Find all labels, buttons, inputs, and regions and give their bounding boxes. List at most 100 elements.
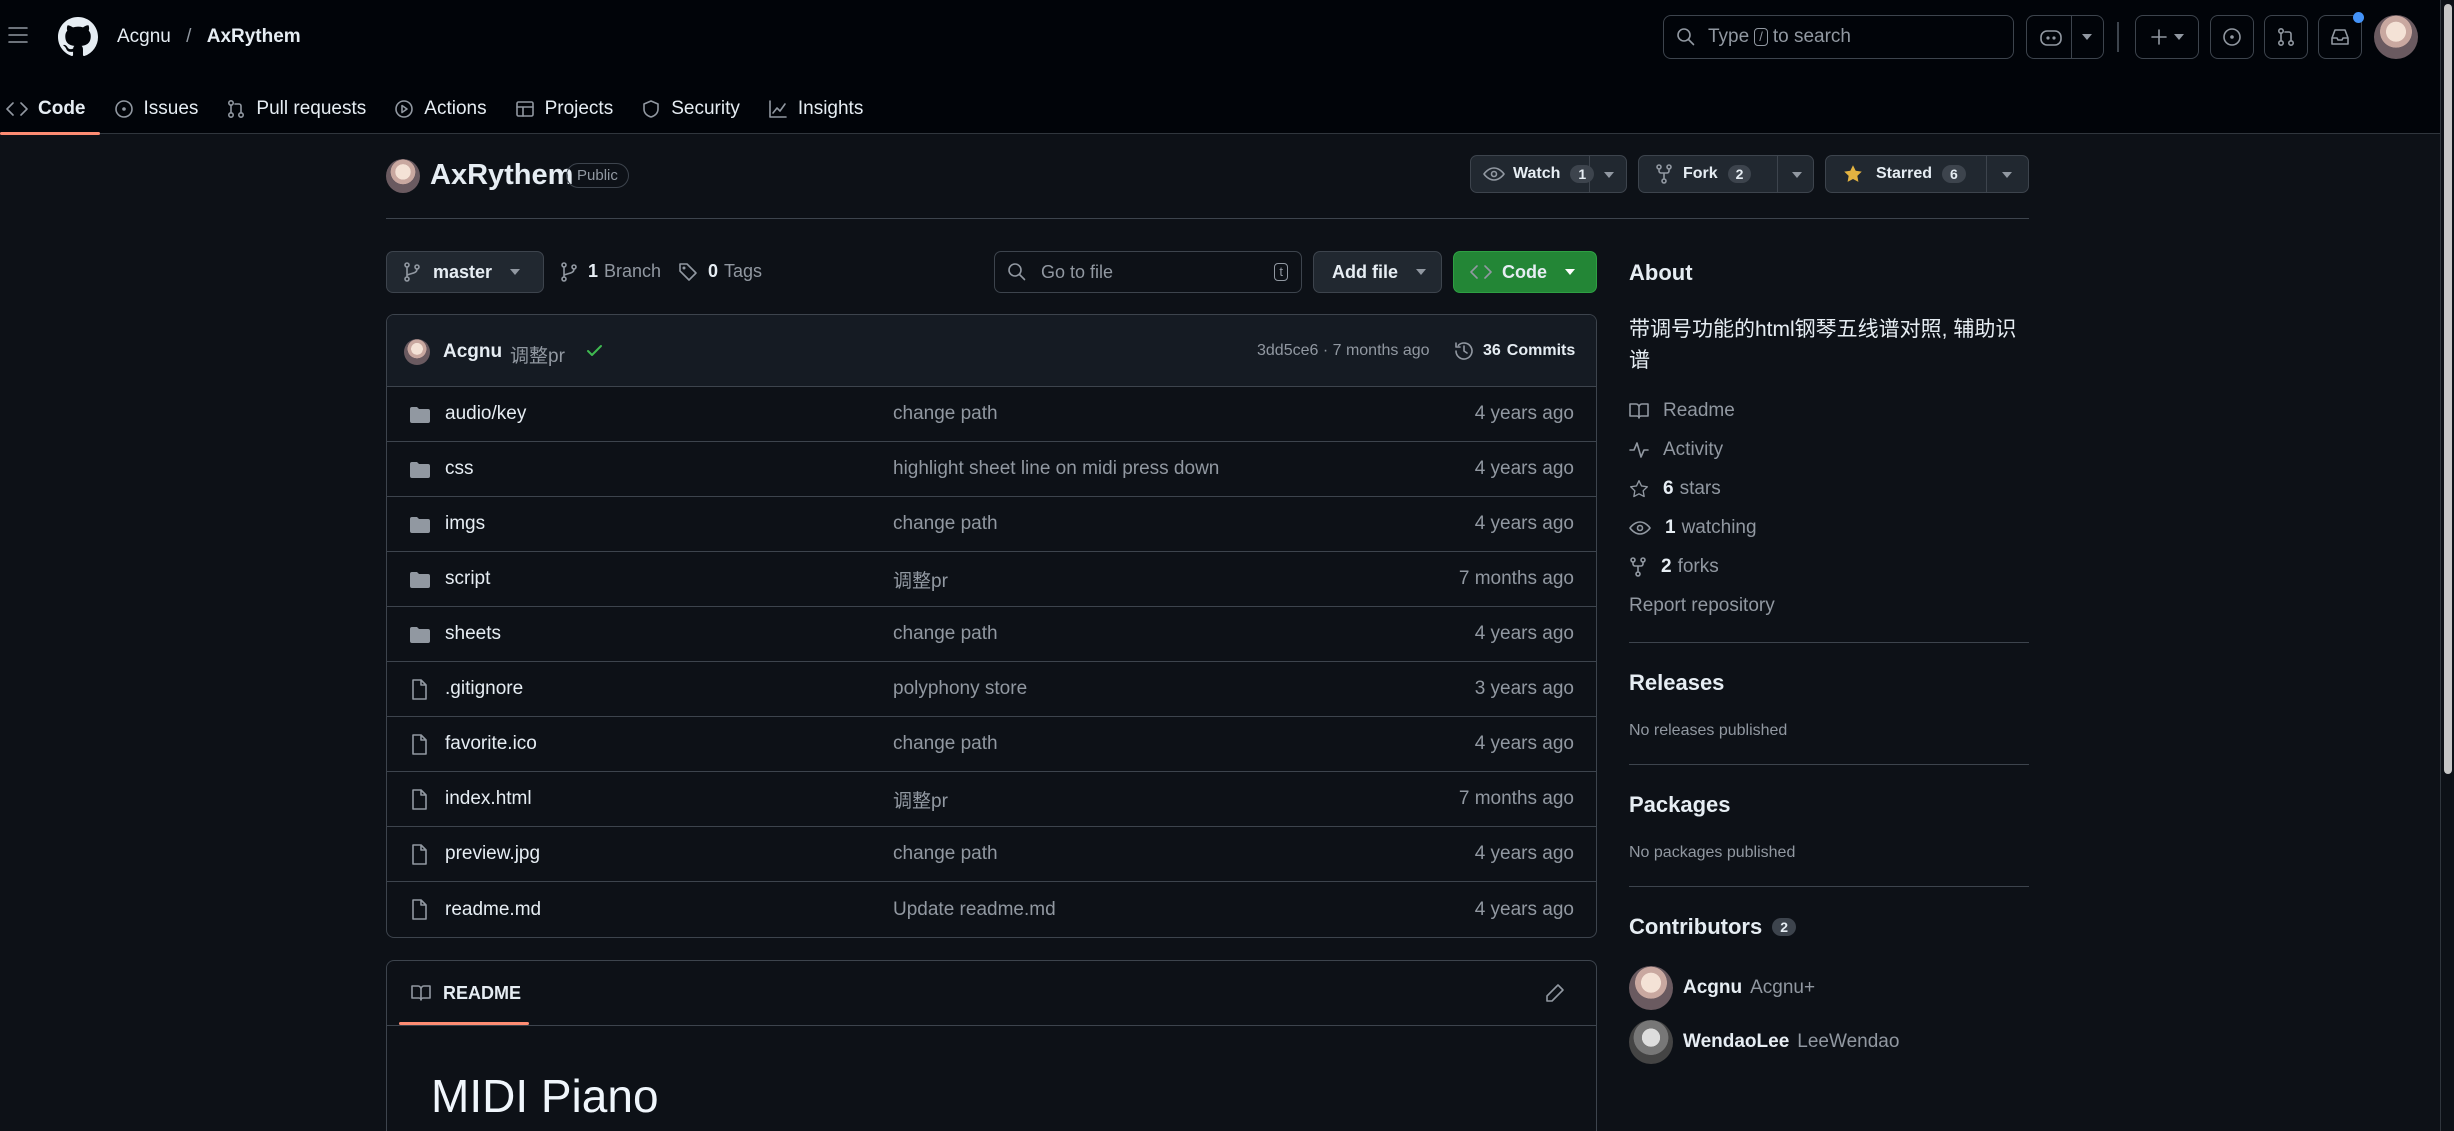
chevron-down-icon[interactable] — [1792, 172, 1802, 178]
file-name[interactable]: preview.jpg — [445, 843, 540, 865]
tags-link[interactable]: 0 Tags — [678, 261, 762, 282]
tab-code[interactable]: Code — [0, 84, 100, 135]
tab-issues-label: Issues — [143, 98, 199, 119]
file-commit-message[interactable]: 调整pr — [893, 786, 948, 813]
commit-hash-time[interactable]: 3dd5ce6 · 7 months ago — [1257, 342, 1430, 360]
branch-select-button[interactable]: master — [386, 251, 544, 293]
releases-title[interactable]: Releases — [1629, 670, 2029, 696]
file-row[interactable]: preview.jpg change path 4 years ago — [387, 827, 1596, 882]
file-row[interactable]: audio/key change path 4 years ago — [387, 387, 1596, 442]
file-row[interactable]: .gitignore polyphony store 3 years ago — [387, 662, 1596, 717]
file-row[interactable]: script 调整pr 7 months ago — [387, 552, 1596, 607]
file-row[interactable]: css highlight sheet line on midi press do… — [387, 442, 1596, 497]
contributor-item[interactable]: WendaoLee LeeWendao — [1629, 1016, 2029, 1068]
file-name[interactable]: index.html — [445, 788, 532, 810]
repo-name[interactable]: AxRythem — [430, 159, 573, 192]
github-logo-icon[interactable] — [58, 17, 98, 57]
pull-requests-button[interactable] — [2264, 15, 2308, 59]
create-new-button[interactable] — [2135, 15, 2199, 59]
scrollbar-track[interactable] — [2440, 0, 2454, 1131]
file-name[interactable]: favorite.ico — [445, 733, 537, 755]
file-commit-message[interactable]: 调整pr — [893, 566, 948, 593]
file-name[interactable]: css — [445, 458, 474, 480]
code-button[interactable]: Code — [1453, 251, 1597, 293]
file-row[interactable]: favorite.ico change path 4 years ago — [387, 717, 1596, 772]
file-row[interactable]: sheets change path 4 years ago — [387, 607, 1596, 662]
chevron-down-icon — [510, 269, 521, 275]
contributor-item[interactable]: Acgnu Acgnu+ — [1629, 962, 2029, 1014]
fork-button[interactable]: Fork 2 — [1638, 155, 1814, 193]
commit-author[interactable]: Acgnu — [443, 341, 502, 363]
file-commit-message[interactable]: polyphony store — [893, 678, 1027, 700]
forks-link[interactable]: 2 forks — [1629, 547, 2029, 586]
file-commit-message[interactable]: change path — [893, 733, 998, 755]
file-icon — [412, 899, 427, 920]
activity-link[interactable]: Activity — [1629, 430, 2029, 469]
scrollbar-thumb[interactable] — [2444, 4, 2452, 774]
tab-issues[interactable]: Issues — [100, 84, 213, 134]
releases-empty: No releases published — [1629, 722, 1788, 739]
packages-empty: No packages published — [1629, 844, 1796, 861]
issues-button[interactable] — [2210, 15, 2254, 59]
report-repository-link[interactable]: Report repository — [1629, 586, 2029, 625]
folder-icon — [410, 407, 430, 423]
file-commit-message[interactable]: change path — [893, 513, 998, 535]
commits-history-link[interactable]: 36 Commits — [1453, 340, 1575, 362]
watch-button[interactable]: Watch 1 — [1470, 155, 1627, 193]
tab-projects[interactable]: Projects — [501, 84, 628, 134]
file-row[interactable]: index.html 调整pr 7 months ago — [387, 772, 1596, 827]
book-icon — [411, 985, 431, 1001]
file-commit-date: 4 years ago — [1474, 898, 1574, 920]
tab-security[interactable]: Security — [627, 84, 754, 134]
star-button[interactable]: Starred 6 — [1825, 155, 2029, 193]
add-file-button[interactable]: Add file — [1313, 251, 1442, 293]
breadcrumb-repo[interactable]: AxRythem — [207, 26, 301, 47]
tab-actions[interactable]: Actions — [380, 84, 500, 134]
file-name[interactable]: sheets — [445, 623, 501, 645]
pencil-icon[interactable] — [1545, 983, 1565, 1003]
stars-link[interactable]: 6 stars — [1629, 469, 2029, 508]
file-commit-message[interactable]: highlight sheet line on midi press down — [893, 458, 1219, 480]
global-search-input[interactable]: Type / to search — [1663, 15, 2014, 59]
watching-link[interactable]: 1 watching — [1629, 508, 2029, 547]
file-icon — [412, 679, 427, 700]
tab-pull-requests[interactable]: Pull requests — [212, 84, 380, 134]
file-commit-message[interactable]: change path — [893, 843, 998, 865]
check-icon[interactable] — [585, 343, 605, 359]
contributor-name: LeeWendao — [1797, 1031, 1900, 1052]
commit-message[interactable]: 调整pr — [510, 341, 565, 368]
go-to-file-shortcut: t — [1274, 263, 1288, 281]
file-name[interactable]: script — [445, 568, 490, 590]
code-label: Code — [1502, 261, 1547, 282]
file-row[interactable]: imgs change path 4 years ago — [387, 497, 1596, 552]
tab-insights-label: Insights — [797, 98, 864, 119]
file-name[interactable]: .gitignore — [445, 678, 523, 700]
file-name[interactable]: audio/key — [445, 403, 526, 425]
tab-insights[interactable]: Insights — [754, 84, 877, 134]
chevron-down-icon[interactable] — [2002, 172, 2012, 178]
file-commit-message[interactable]: change path — [893, 623, 998, 645]
file-commit-date: 4 years ago — [1474, 458, 1574, 479]
stars-count: 6 — [1663, 477, 1674, 499]
contributors-title[interactable]: Contributors — [1629, 914, 1762, 940]
copilot-button[interactable] — [2026, 15, 2104, 59]
file-row[interactable]: readme.md Update readme.md 4 years ago — [387, 882, 1596, 937]
fork-label: Fork — [1683, 165, 1718, 182]
packages-title[interactable]: Packages — [1629, 792, 2029, 818]
readme-link[interactable]: Readme — [1629, 391, 2029, 430]
readme-tab[interactable]: README — [399, 961, 533, 1025]
file-name[interactable]: imgs — [445, 513, 485, 535]
hamburger-menu-icon[interactable] — [8, 24, 28, 46]
chevron-down-icon[interactable] — [1604, 172, 1614, 178]
star-count: 6 — [1942, 165, 1966, 183]
file-commit-message[interactable]: Update readme.md — [893, 899, 1056, 921]
file-name[interactable]: readme.md — [445, 899, 541, 921]
breadcrumb-owner[interactable]: Acgnu — [117, 26, 171, 47]
commit-author-avatar[interactable] — [404, 339, 430, 365]
go-to-file-input[interactable]: Go to file t — [994, 251, 1302, 293]
branches-link[interactable]: 1 Branch — [560, 261, 661, 282]
user-avatar[interactable] — [2374, 15, 2418, 59]
repo-owner-avatar[interactable] — [386, 159, 420, 193]
divider — [386, 218, 2029, 219]
file-commit-message[interactable]: change path — [893, 403, 998, 425]
